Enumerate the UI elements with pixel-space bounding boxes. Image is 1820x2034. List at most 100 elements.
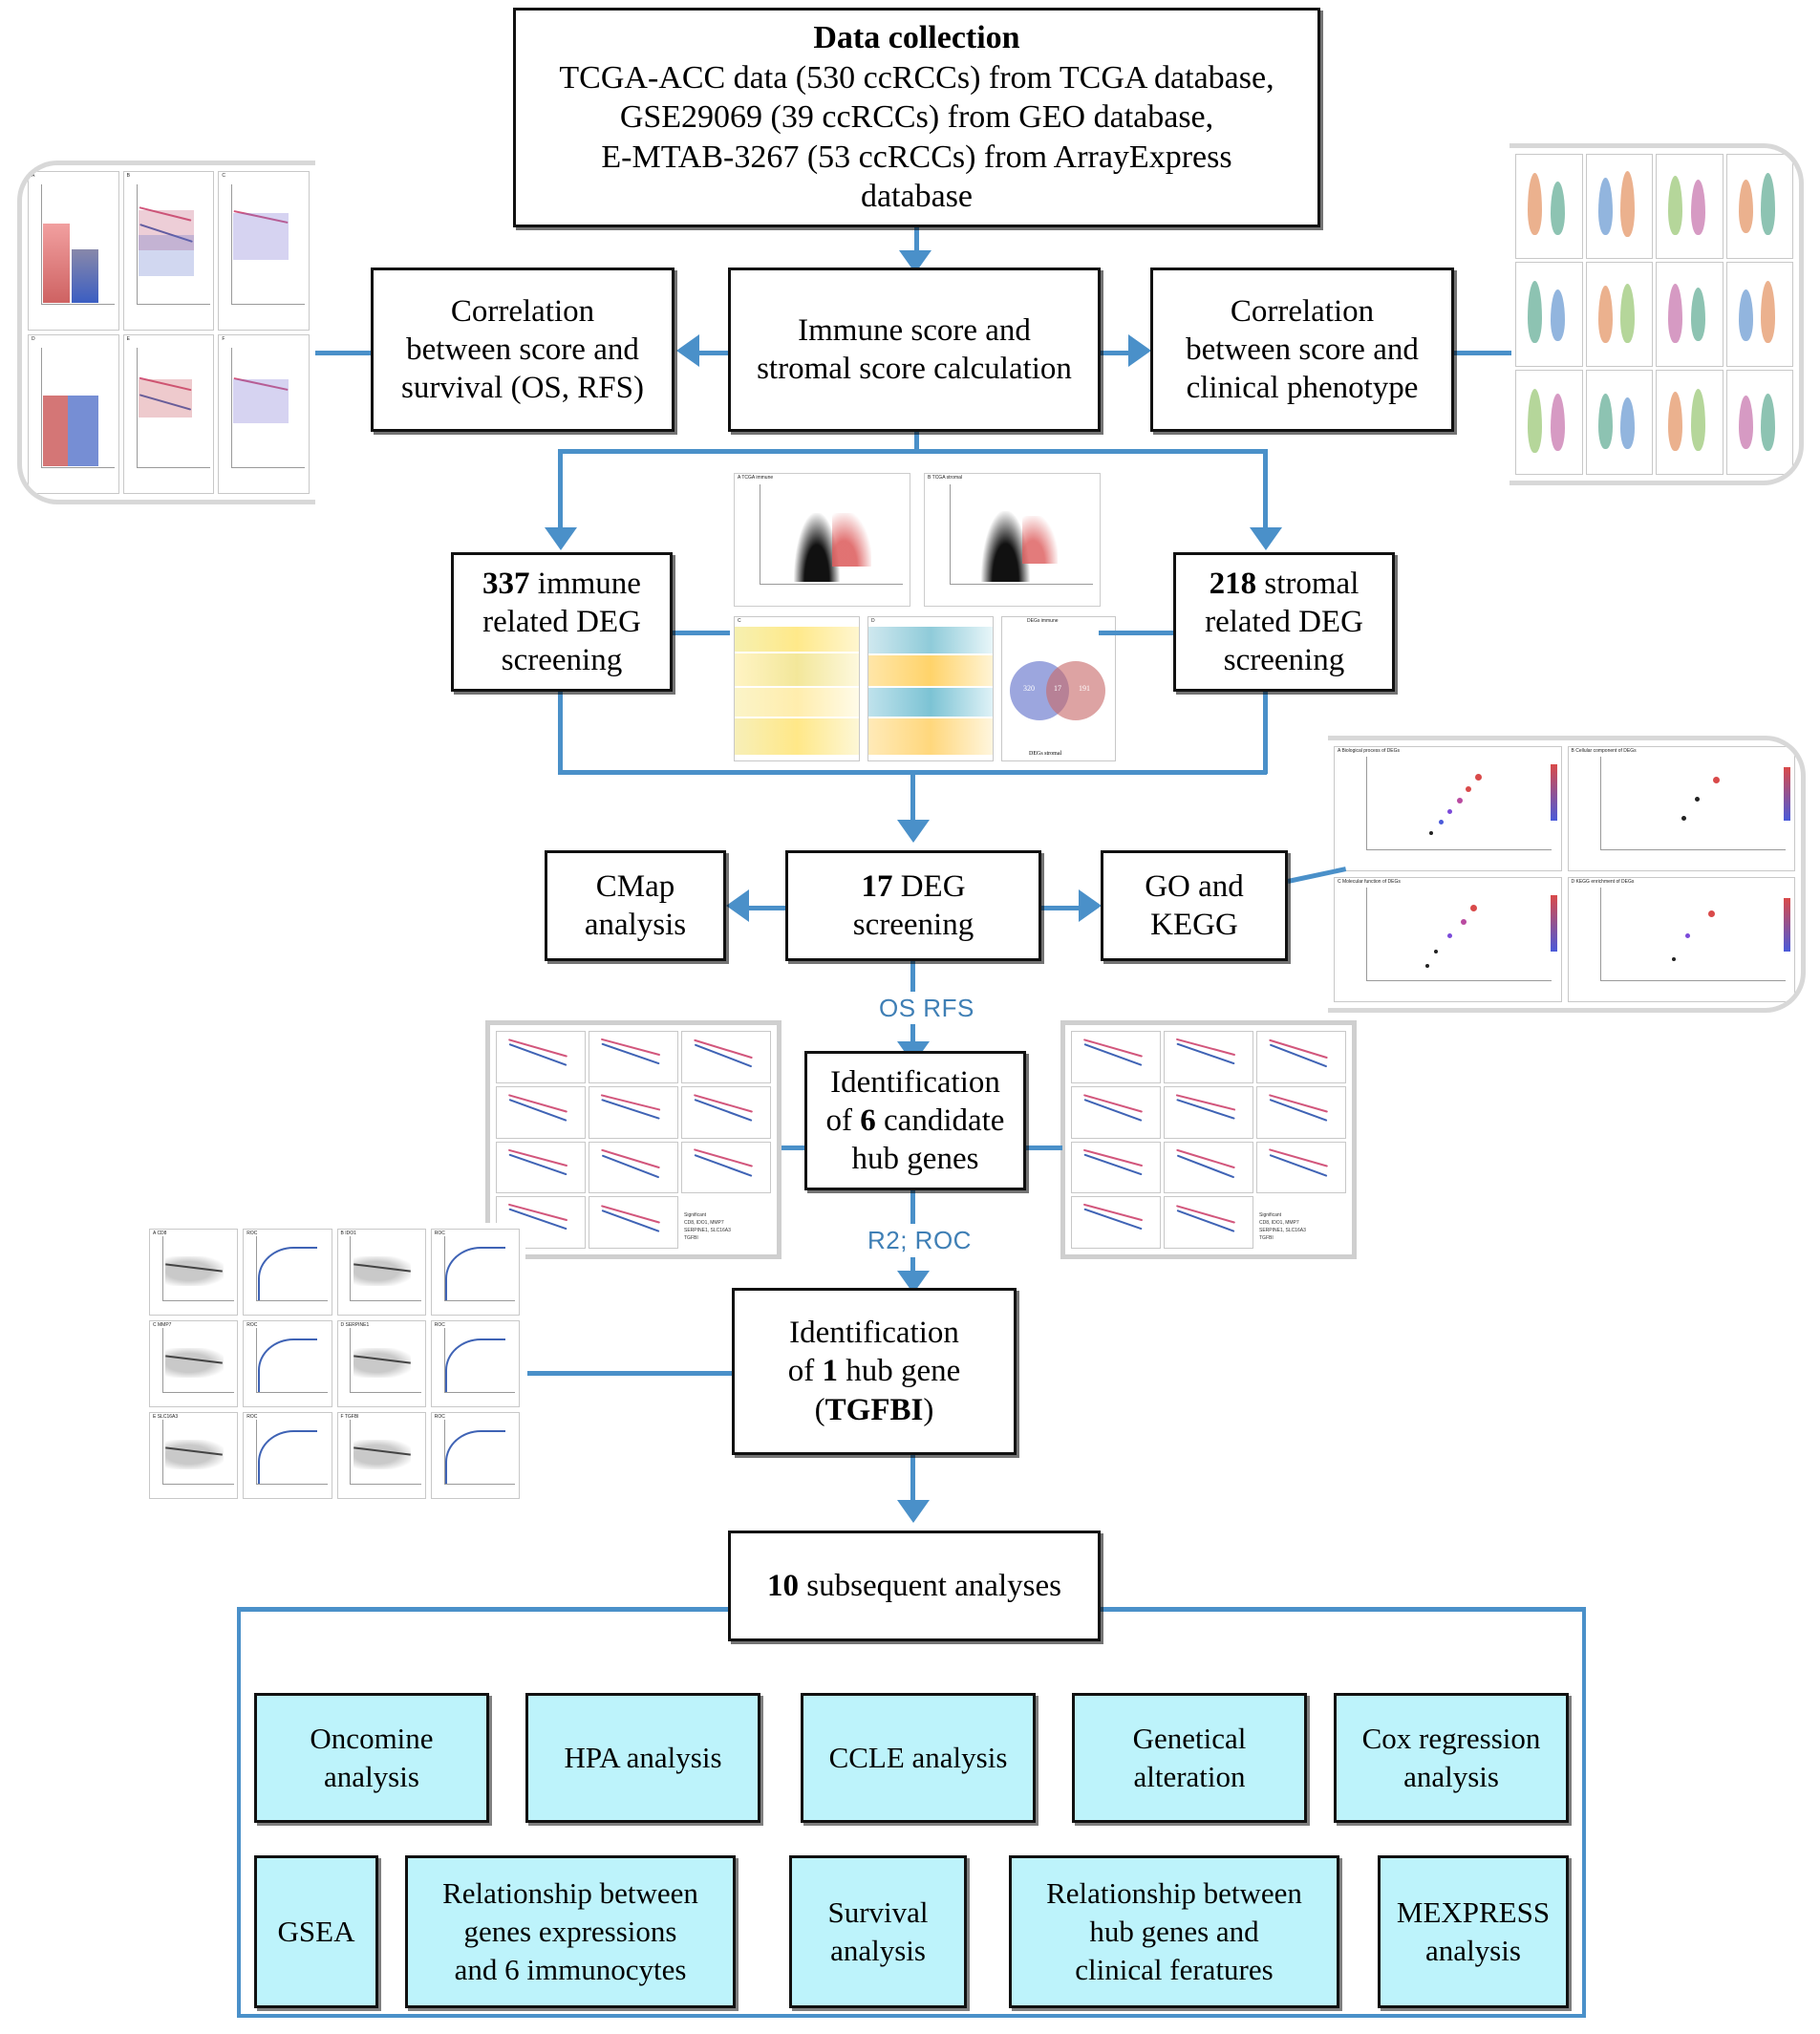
mini-roc-plot: ROC — [243, 1412, 332, 1499]
analysis-box-gsea[interactable]: GSEA — [254, 1855, 378, 2008]
mini-plot: C — [218, 171, 310, 331]
mini-km-plot — [1164, 1196, 1253, 1249]
node-subsequent-analyses[interactable]: 10 subsequent analyses — [728, 1531, 1101, 1641]
node-data-collection[interactable]: Data collection TCGA-ACC data (530 ccRCC… — [513, 8, 1320, 227]
node-cmap-analysis[interactable]: CMap analysis — [545, 850, 726, 961]
mini-plot — [1515, 370, 1583, 475]
analysis-r1-4-line2: analysis — [1403, 1760, 1499, 1793]
mini-heatmap: D — [867, 616, 994, 761]
mini-plot — [1656, 262, 1724, 367]
data-collection-line4: database — [860, 179, 974, 215]
stromal-deg-line2: related DEG — [1205, 604, 1363, 639]
hub1-line2-count: 1 — [822, 1354, 838, 1389]
mini-plot — [1656, 370, 1724, 475]
mini-km-plot — [1256, 1031, 1346, 1083]
mini-roc-plot: ROC — [243, 1229, 332, 1316]
analysis-r2-3-line1: Relationship between — [1046, 1875, 1302, 1910]
mini-roc-plot: ROC — [430, 1320, 520, 1407]
mini-km-plot — [1164, 1141, 1253, 1194]
mini-scatter-plot: B IDO1 — [336, 1229, 426, 1316]
data-collection-heading: Data collection — [813, 20, 1020, 56]
deg17-count: 17 — [861, 868, 893, 904]
mini-km-plot — [681, 1141, 771, 1194]
analysis-box-mexpress[interactable]: MEXPRESS analysis — [1378, 1855, 1569, 2008]
analysis-r2-1-line1: Relationship between — [442, 1875, 698, 1910]
deg17-rest1: DEG — [892, 868, 966, 904]
mini-km-plot — [1071, 1085, 1161, 1139]
analysis-box-hub-genes-clinical[interactable]: Relationship between hub genes and clini… — [1009, 1855, 1339, 2008]
immune-deg-rest1: immune — [529, 566, 641, 601]
node-hub-6-candidates[interactable]: Identification of 6 candidate hub genes — [804, 1051, 1026, 1190]
data-collection-line1: TCGA-ACC data (530 ccRCCs) from TCGA dat… — [559, 59, 1274, 96]
mini-plot — [1585, 370, 1653, 475]
mini-km-plot — [1164, 1085, 1253, 1139]
subsequent-rest: subsequent analyses — [799, 1568, 1061, 1603]
analysis-box-ccle[interactable]: CCLE analysis — [801, 1693, 1036, 1823]
mini-km-plot — [681, 1085, 771, 1139]
connector-line — [673, 631, 730, 635]
mini-scatter-plot: A CD8 — [149, 1229, 239, 1316]
analysis-r2-0-line1: GSEA — [277, 1914, 355, 1948]
connector-line — [315, 351, 371, 355]
mini-km-plot — [1256, 1141, 1346, 1194]
mini-km-plot — [589, 1031, 678, 1083]
hub6-line3: hub genes — [851, 1142, 979, 1177]
mini-scatter-plot: E SLC16A3 — [149, 1412, 239, 1499]
hub1-line3-post: ) — [923, 1392, 934, 1427]
mini-heatmap: C — [734, 616, 860, 761]
corr-phenotype-line2: between score and — [1186, 332, 1419, 367]
connector-line — [1263, 690, 1268, 774]
analysis-box-genes-immunocytes[interactable]: Relationship between genes expressions a… — [405, 1855, 736, 2008]
cmap-line2: analysis — [584, 908, 687, 942]
analysis-box-cox-regression[interactable]: Cox regression analysis — [1334, 1693, 1569, 1823]
node-correlation-survival[interactable]: Correlation between score and survival (… — [371, 268, 674, 432]
mini-km-plot — [589, 1141, 678, 1194]
deg17-line2: screening — [852, 908, 974, 942]
mini-plot: E — [122, 334, 215, 494]
mini-plot — [1515, 262, 1583, 367]
arrow-head-down — [545, 527, 577, 550]
arrow-head-right — [1128, 334, 1151, 367]
analysis-box-genetical-alteration[interactable]: Genetical alteration — [1072, 1693, 1307, 1823]
analysis-box-survival[interactable]: Survival analysis — [789, 1855, 967, 2008]
flowchart-figure: A B C D E F A TCGA immune B TCGA stromal… — [0, 0, 1820, 2034]
connector-line — [527, 1371, 732, 1376]
mini-plot — [1725, 154, 1793, 259]
analysis-r2-1-line3: and 6 immunocytes — [454, 1953, 687, 1987]
edge-label-r2-roc: R2; ROC — [867, 1226, 972, 1254]
analysis-r1-0-line2: analysis — [324, 1760, 419, 1793]
node-go-kegg[interactable]: GO and KEGG — [1101, 850, 1288, 961]
mini-plot: F — [218, 334, 310, 494]
mini-plot — [1585, 262, 1653, 367]
immune-deg-line2: related DEG — [482, 604, 641, 639]
node-stromal-deg[interactable]: 218 stromal related DEG screening — [1173, 552, 1395, 692]
mini-plot — [1725, 370, 1793, 475]
node-correlation-phenotype[interactable]: Correlation between score and clinical p… — [1150, 268, 1454, 432]
node-deg-17-screening[interactable]: 17 DEG screening — [785, 850, 1041, 961]
node-score-calculation[interactable]: Immune score and stromal score calculati… — [728, 268, 1101, 432]
connector-line — [910, 1189, 915, 1224]
hub1-line2-pre: of — [787, 1354, 823, 1389]
thumbnail-survival-curves: A B C D E F — [17, 161, 315, 504]
arrow-head-left — [676, 334, 699, 367]
data-collection-line3: E-MTAB-3267 (53 ccRCCs) from ArrayExpres… — [601, 139, 1232, 175]
edge-label-os-rfs: OS RFS — [879, 994, 974, 1022]
node-hub-1-gene[interactable]: Identification of 1 hub gene (TGFBI) — [732, 1288, 1017, 1455]
mini-scatter-plot: C MMP7 — [149, 1320, 239, 1407]
hub6-line2-pre: of — [825, 1103, 861, 1138]
node-immune-deg[interactable]: 337 immune related DEG screening — [451, 552, 673, 692]
analysis-box-oncomine[interactable]: Oncomine analysis — [254, 1693, 489, 1823]
arrow-head-down — [897, 1500, 930, 1523]
mini-plot — [1656, 154, 1724, 259]
analysis-r1-4-line1: Cox regression — [1361, 1721, 1541, 1755]
subsequent-count: 10 — [767, 1568, 800, 1603]
analysis-box-hpa[interactable]: HPA analysis — [525, 1693, 760, 1823]
corr-survival-line1: Correlation — [450, 293, 595, 329]
mini-plot — [1585, 154, 1653, 259]
hub1-line2-post: hub gene — [837, 1354, 961, 1389]
mini-dotplot: C Molecular function of DEGs — [1334, 877, 1562, 1002]
arrow-head-left — [726, 889, 749, 922]
mini-km-plot — [1071, 1031, 1161, 1083]
analysis-r1-3-line1: Genetical — [1132, 1721, 1247, 1755]
mini-km-plot — [589, 1085, 678, 1139]
